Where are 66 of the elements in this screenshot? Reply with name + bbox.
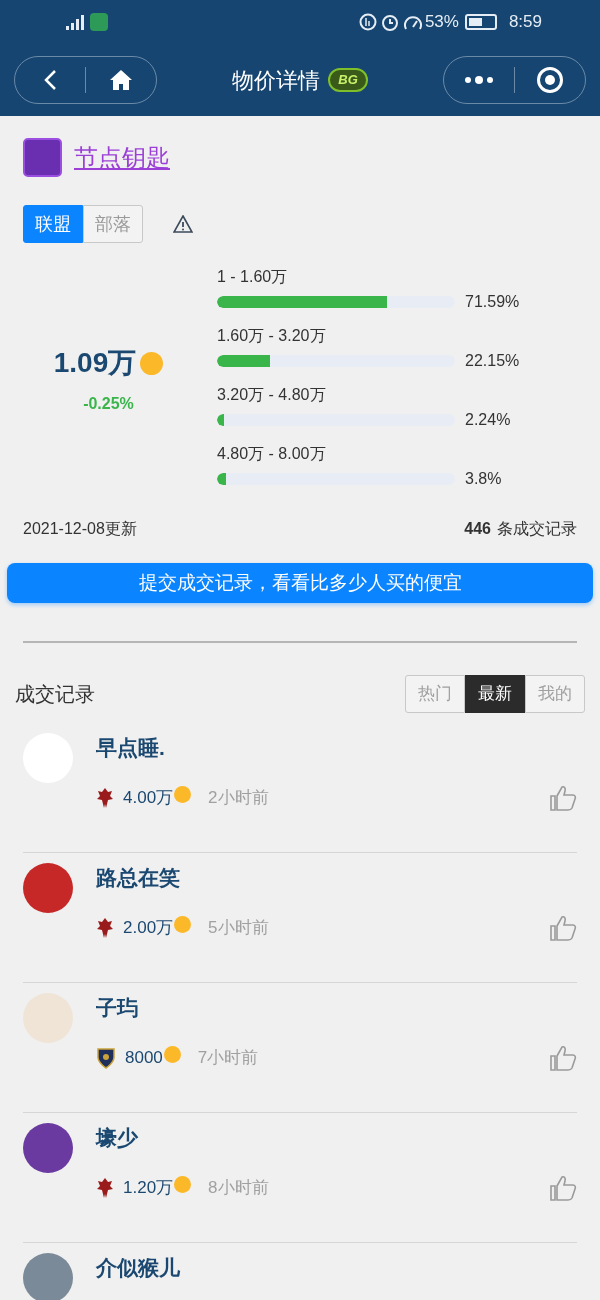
sort-tab[interactable]: 热门 — [405, 675, 465, 713]
trade-price: 2.00万 — [123, 917, 174, 940]
price-range-label: 1 - 1.60万 — [217, 267, 289, 287]
faction-tab[interactable]: 部落 — [83, 205, 143, 243]
coin-icon — [174, 916, 192, 933]
percentage: 22.15% — [465, 351, 520, 371]
alarm-icon — [380, 13, 399, 31]
thumbs-up-icon[interactable] — [549, 785, 577, 811]
logo-badge: BG — [328, 68, 368, 92]
trade-time: 7小时前 — [197, 1047, 259, 1070]
section-title: 成交记录 — [15, 682, 95, 707]
horde-emblem-icon — [96, 917, 114, 939]
user-name: 壕少 — [96, 1125, 139, 1151]
speedometer-icon — [402, 14, 423, 30]
percentage: 71.59% — [465, 292, 520, 312]
trade-time: 5小时前 — [208, 917, 269, 940]
battery-icon — [464, 14, 497, 30]
data-saver-icon — [358, 13, 377, 31]
home-icon — [109, 69, 133, 91]
percentage: 3.8% — [465, 469, 502, 489]
coin-icon — [163, 1046, 181, 1063]
record-count-label: 条成交记录 — [497, 519, 577, 539]
thumbs-up-icon[interactable] — [549, 1045, 577, 1071]
clock-time: 8:59 — [508, 11, 542, 34]
price-range-label: 4.80万 - 8.00万 — [217, 444, 327, 464]
sort-tab[interactable]: 我的 — [525, 675, 585, 713]
coin-icon — [140, 351, 164, 375]
chevron-left-icon — [43, 69, 57, 91]
avatar — [23, 993, 73, 1043]
thumbs-up-icon[interactable] — [549, 1175, 577, 1201]
thumbs-up-icon[interactable] — [549, 915, 577, 941]
sort-tab[interactable]: 最新 — [465, 675, 525, 713]
item-icon — [23, 138, 62, 177]
trade-time: 8小时前 — [208, 1177, 269, 1200]
app-notification-icon — [90, 13, 108, 31]
warning-icon[interactable] — [173, 215, 193, 233]
coin-icon — [174, 786, 192, 803]
horde-emblem-icon — [96, 1177, 114, 1199]
price-range-label: 3.20万 - 4.80万 — [217, 385, 327, 405]
trade-price: 8000 — [125, 1047, 163, 1070]
avatar — [23, 1123, 73, 1173]
average-price: 1.09万 — [53, 346, 137, 380]
target-icon — [536, 66, 564, 94]
user-name: 早点睡. — [96, 735, 166, 761]
trade-price: 4.00万 — [123, 787, 174, 810]
update-date: 2021-12-08更新 — [23, 519, 137, 539]
submit-record-button[interactable]: 提交成交记录，看看比多少人买的便宜 — [7, 563, 593, 603]
alliance-shield-icon — [96, 1047, 116, 1069]
item-name-link[interactable]: 节点钥匙 — [74, 139, 170, 176]
faction-tab[interactable]: 联盟 — [23, 205, 83, 243]
percentage: 2.24% — [465, 410, 511, 430]
user-name: 子玙 — [96, 995, 139, 1021]
user-name: 介似猴儿 — [96, 1255, 181, 1281]
battery-percent: 53% — [424, 11, 459, 34]
user-name: 路总在笑 — [96, 865, 181, 891]
trade-price: 1.20万 — [123, 1177, 174, 1200]
horde-emblem-icon — [96, 787, 114, 809]
more-icon — [464, 76, 494, 84]
avatar — [23, 863, 73, 913]
page-title: 物价详情 — [232, 66, 321, 95]
trade-time: 2小时前 — [208, 787, 269, 810]
record-count: 446 — [464, 519, 491, 539]
price-range-label: 1.60万 - 3.20万 — [217, 326, 327, 346]
avatar — [23, 1253, 73, 1300]
price-change: -0.25% — [83, 394, 134, 414]
coin-icon — [174, 1176, 192, 1193]
